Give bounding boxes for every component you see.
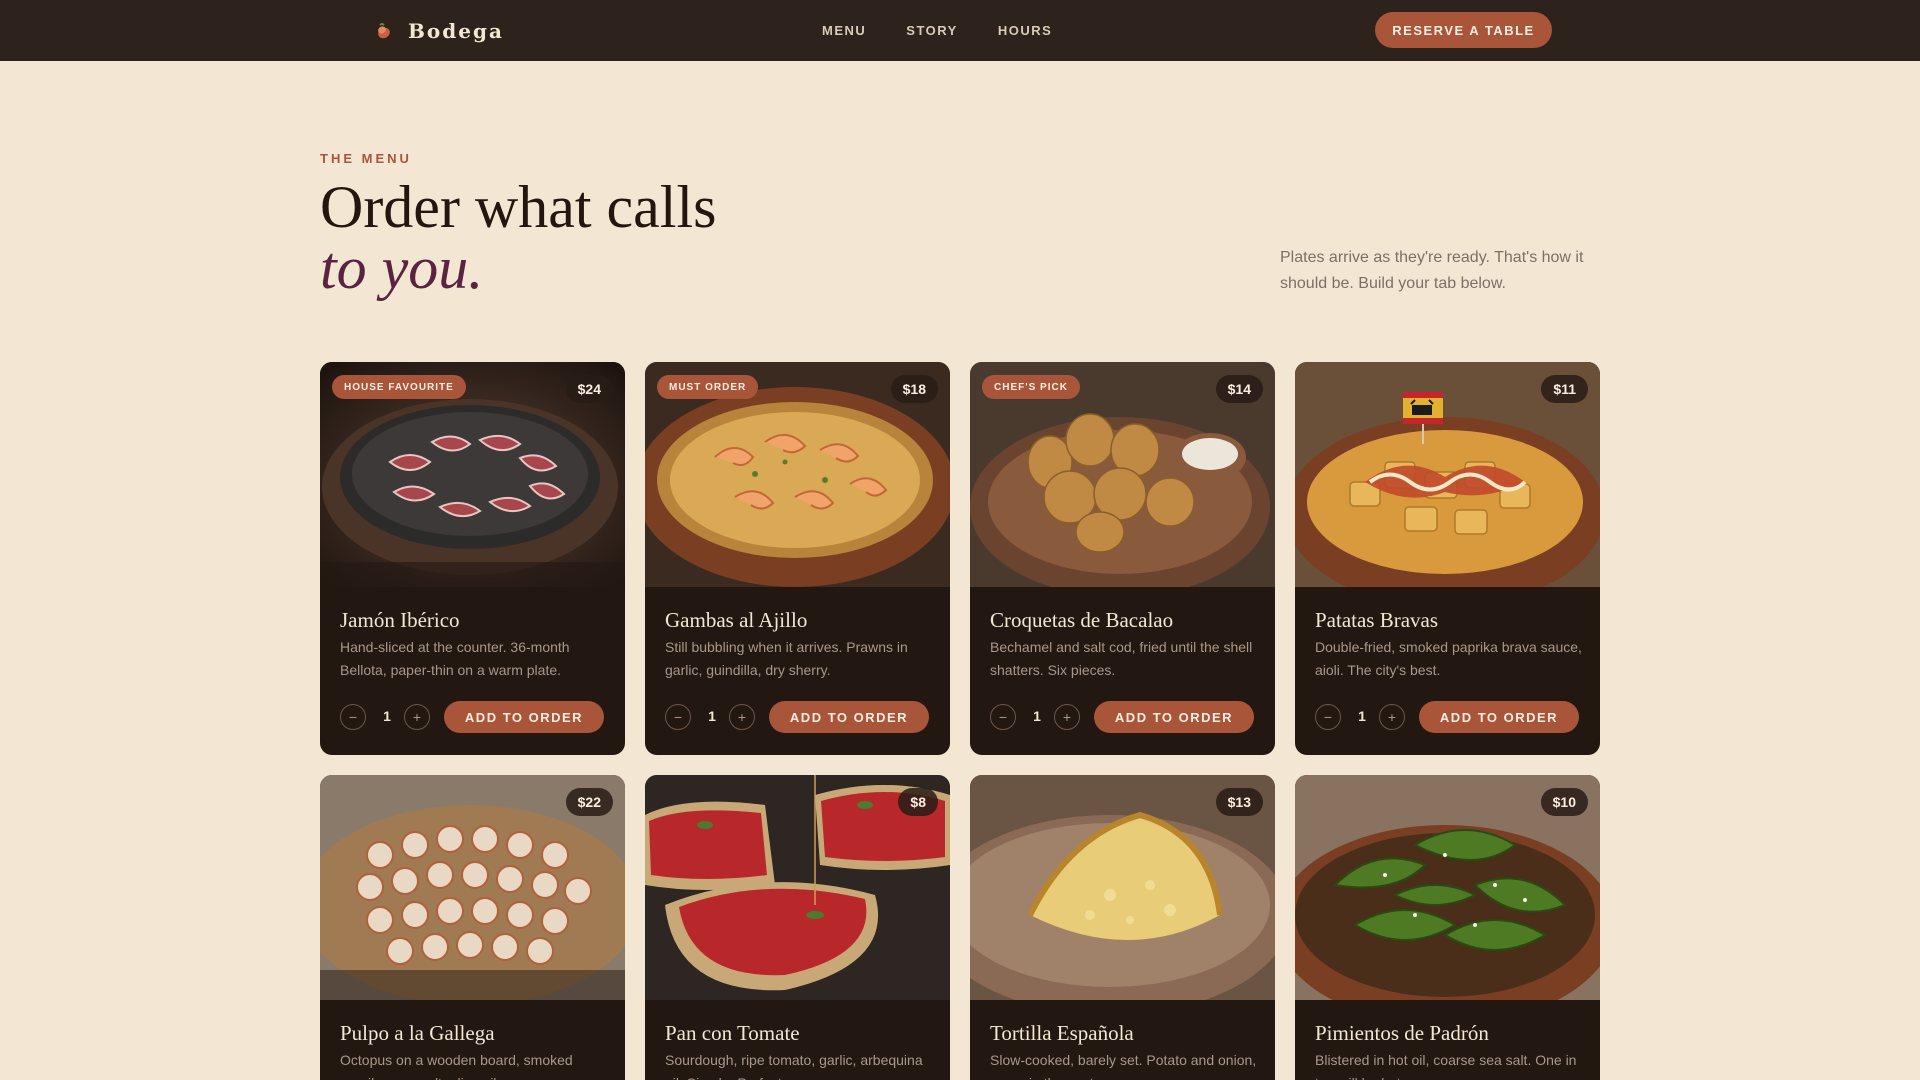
increment-button[interactable]: + bbox=[729, 704, 755, 730]
add-to-order-button[interactable]: ADD TO ORDER bbox=[444, 701, 604, 733]
decrement-button[interactable]: − bbox=[340, 704, 366, 730]
add-to-order-button[interactable]: ADD TO ORDER bbox=[1419, 701, 1579, 733]
menu-card: $10 Pimientos de Padrón Blistered in hot… bbox=[1295, 775, 1600, 1080]
main-nav: MENU STORY HOURS bbox=[822, 0, 1052, 61]
page-headline-italic: to you. bbox=[320, 235, 484, 301]
dish-description: Still bubbling when it arrives. Prawns i… bbox=[665, 639, 908, 678]
dish-price: $24 bbox=[565, 375, 613, 403]
quantity-stepper: − 1 + ADD TO ORDER bbox=[990, 701, 1255, 733]
dish-description: Sourdough, ripe tomato, garlic, arbequin… bbox=[665, 1052, 923, 1080]
menu-card: $13 Tortilla Española Slow-cooked, barel… bbox=[970, 775, 1275, 1080]
dish-price: $18 bbox=[890, 375, 938, 403]
menu-card: MUST ORDER $18 Gambas al Ajillo Still bu… bbox=[645, 362, 950, 755]
increment-button[interactable]: + bbox=[1379, 704, 1405, 730]
quantity-value: 1 bbox=[383, 708, 391, 724]
decrement-button[interactable]: − bbox=[665, 704, 691, 730]
quantity-stepper: − 1 + ADD TO ORDER bbox=[1315, 701, 1580, 733]
menu-card: $8 Pan con Tomate Sourdough, ripe tomato… bbox=[645, 775, 950, 1080]
add-to-order-button[interactable]: ADD TO ORDER bbox=[769, 701, 929, 733]
dish-badge: MUST ORDER bbox=[657, 375, 759, 399]
dish-price: $14 bbox=[1215, 375, 1263, 403]
brand[interactable]: Bodega bbox=[374, 0, 504, 61]
dish-price: $10 bbox=[1540, 788, 1588, 816]
brand-name: Bodega bbox=[408, 18, 504, 43]
menu-card: CHEF'S PICK $14 Croquetas de Bacalao Bec… bbox=[970, 362, 1275, 755]
page-headline: Order what calls bbox=[320, 174, 717, 240]
section-eyebrow: THE MENU bbox=[320, 151, 412, 166]
dish-price: $22 bbox=[565, 788, 613, 816]
dish-name: Patatas Bravas bbox=[1315, 608, 1439, 632]
decrement-button[interactable]: − bbox=[990, 704, 1016, 730]
quantity-value: 1 bbox=[708, 708, 716, 724]
intro-text: Plates arrive as they're ready. That's h… bbox=[1280, 249, 1584, 292]
quantity-value: 1 bbox=[1358, 708, 1366, 724]
dish-description: Double-fried, smoked paprika brava sauce… bbox=[1315, 639, 1582, 678]
dish-name: Tortilla Española bbox=[990, 1021, 1134, 1045]
increment-button[interactable]: + bbox=[404, 704, 430, 730]
dish-description: Slow-cooked, barely set. Potato and onio… bbox=[990, 1052, 1257, 1080]
increment-button[interactable]: + bbox=[1054, 704, 1080, 730]
quantity-stepper: − 1 + ADD TO ORDER bbox=[340, 701, 605, 733]
dish-badge: CHEF'S PICK bbox=[982, 375, 1080, 399]
dish-name: Pulpo a la Gallega bbox=[340, 1021, 495, 1045]
quantity-stepper: − 1 + ADD TO ORDER bbox=[665, 701, 930, 733]
dish-price: $13 bbox=[1215, 788, 1263, 816]
dish-name: Pan con Tomate bbox=[665, 1021, 800, 1045]
nav-story-link[interactable]: STORY bbox=[906, 23, 958, 38]
nav-menu-link[interactable]: MENU bbox=[822, 23, 866, 38]
dish-name: Pimientos de Padrón bbox=[1315, 1021, 1489, 1045]
nav-hours-link[interactable]: HOURS bbox=[998, 23, 1052, 38]
dish-name: Jamón Ibérico bbox=[340, 608, 460, 632]
dish-badge: HOUSE FAVOURITE bbox=[332, 375, 466, 399]
menu-card: $22 Pulpo a la Gallega Octopus on a wood… bbox=[320, 775, 625, 1080]
quantity-value: 1 bbox=[1033, 708, 1041, 724]
dish-description: Blistered in hot oil, coarse sea salt. O… bbox=[1315, 1052, 1577, 1080]
reserve-table-button[interactable]: RESERVE A TABLE bbox=[1375, 12, 1552, 48]
dish-description: Bechamel and salt cod, fried until the s… bbox=[990, 639, 1253, 678]
dish-name: Gambas al Ajillo bbox=[665, 608, 808, 632]
top-navigation-bar: Bodega MENU STORY HOURS RESERVE A TABLE bbox=[0, 0, 1920, 61]
dish-price: $11 bbox=[1541, 375, 1588, 403]
menu-card: HOUSE FAVOURITE $24 Jamón Ibérico Hand-s… bbox=[320, 362, 625, 755]
dish-description: Octopus on a wooden board, smoked paprik… bbox=[340, 1052, 573, 1080]
pepper-icon bbox=[374, 21, 394, 41]
dish-name: Croquetas de Bacalao bbox=[990, 608, 1174, 632]
dish-price: $8 bbox=[898, 788, 938, 816]
decrement-button[interactable]: − bbox=[1315, 704, 1341, 730]
add-to-order-button[interactable]: ADD TO ORDER bbox=[1094, 701, 1254, 733]
menu-card: $11 Patatas Bravas Double-fried, smoked … bbox=[1295, 362, 1600, 755]
dish-description: Hand-sliced at the counter. 36-month Bel… bbox=[340, 639, 570, 678]
